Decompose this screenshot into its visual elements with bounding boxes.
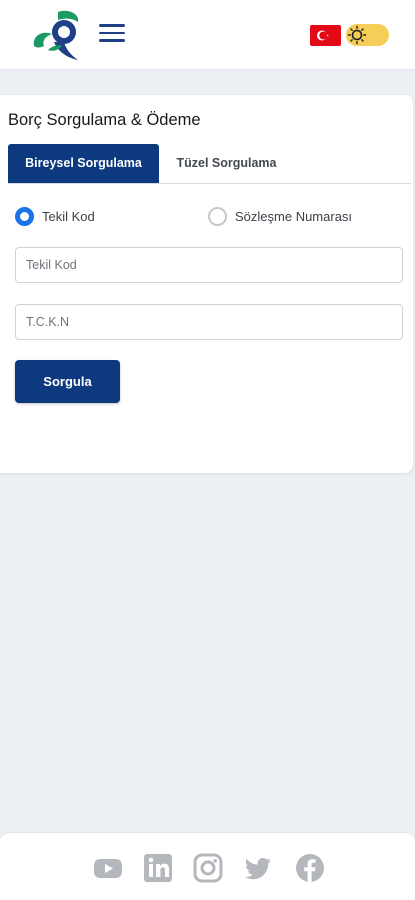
debt-query-card: Borç Sorgulama & Ödeme Bireysel Sorgulam… xyxy=(0,95,413,473)
youtube-icon[interactable] xyxy=(93,853,123,883)
tab-corporate-query[interactable]: Tüzel Sorgulama xyxy=(159,144,294,183)
brand-logo-icon[interactable] xyxy=(28,6,86,64)
instagram-icon[interactable] xyxy=(193,853,223,883)
theme-toggle[interactable] xyxy=(346,24,389,46)
tckn-input[interactable] xyxy=(15,304,403,340)
query-type-tabs: Bireysel Sorgulama Tüzel Sorgulama xyxy=(8,144,411,184)
radio-circle[interactable] xyxy=(208,206,227,226)
single-code-input[interactable] xyxy=(15,247,403,283)
tab-individual-query[interactable]: Bireysel Sorgulama xyxy=(8,144,159,183)
query-button[interactable]: Sorgula xyxy=(15,360,120,403)
radio-circle[interactable] xyxy=(15,206,34,226)
radio-label: Tekil Kod xyxy=(42,208,95,224)
turkey-flag-icon[interactable] xyxy=(310,25,341,46)
top-navbar xyxy=(0,0,415,70)
page-title: Borç Sorgulama & Ödeme xyxy=(8,111,201,129)
radio-contract-number[interactable]: Sözleşme Numarası xyxy=(208,205,352,227)
hamburger-menu-icon[interactable] xyxy=(99,24,125,44)
sun-icon xyxy=(347,25,367,45)
facebook-icon[interactable] xyxy=(295,853,325,883)
footer xyxy=(0,832,415,900)
twitter-icon[interactable] xyxy=(243,853,273,883)
radio-label: Sözleşme Numarası xyxy=(235,208,353,224)
radio-single-code[interactable]: Tekil Kod xyxy=(15,205,95,227)
linkedin-icon[interactable] xyxy=(143,853,173,883)
